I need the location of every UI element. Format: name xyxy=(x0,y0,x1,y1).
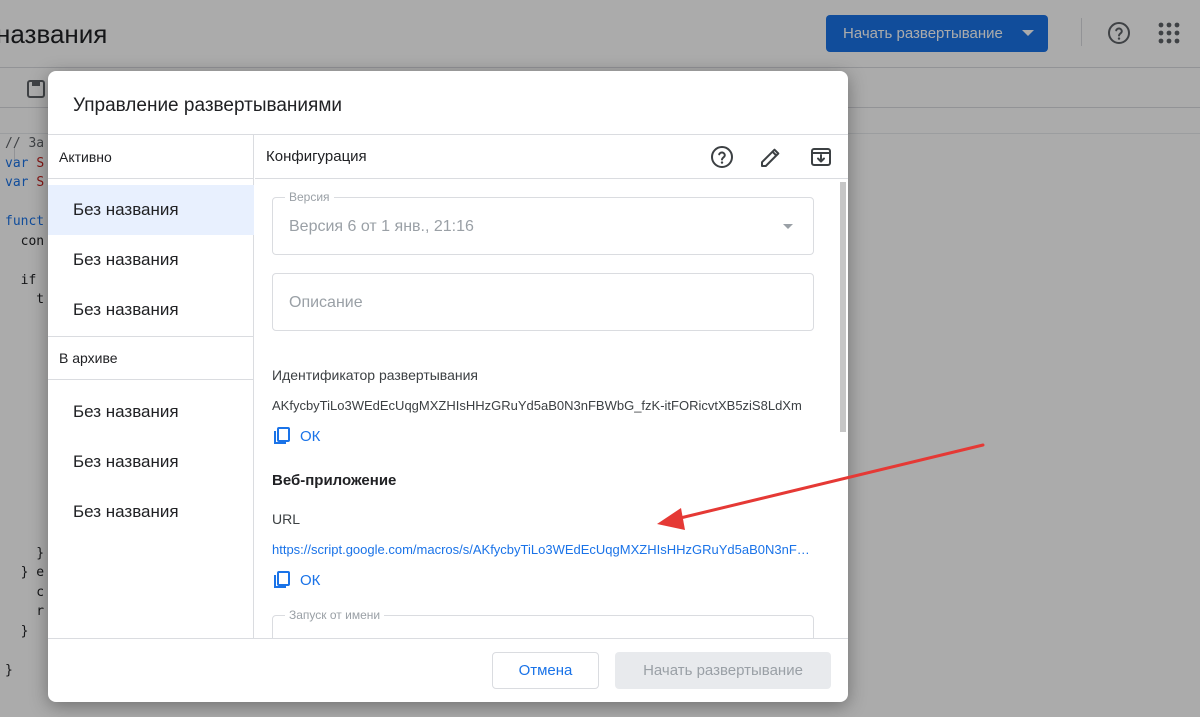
dropdown-caret-icon xyxy=(783,224,793,229)
deployment-item-archived-3[interactable]: Без названия xyxy=(48,487,254,537)
copy-label: ОК xyxy=(300,427,321,445)
configuration-pane: Конфигурация Версия Версия 6 от 1 янв., … xyxy=(255,135,848,639)
dialog-body: Активно Без названия Без названия Без на… xyxy=(48,134,848,639)
execute-as-label: Запуск от имени xyxy=(285,608,385,622)
execute-as-select[interactable]: Запуск от имени xyxy=(272,608,814,639)
start-deployment-button[interactable]: Начать развертывание xyxy=(615,652,831,689)
configuration-header: Конфигурация xyxy=(255,135,848,179)
url-label: URL xyxy=(272,511,301,527)
deployment-item-active-3[interactable]: Без названия xyxy=(48,285,254,335)
version-value: Версия 6 от 1 янв., 21:16 xyxy=(289,218,474,235)
copy-deployment-id-button[interactable]: ОК xyxy=(272,424,320,448)
pencil-icon[interactable] xyxy=(759,145,783,169)
help-icon[interactable] xyxy=(710,145,734,169)
configuration-title: Конфигурация xyxy=(266,148,367,165)
configuration-scroll-area[interactable]: Версия Версия 6 от 1 янв., 21:16 Описани… xyxy=(255,180,848,639)
copy-url-button[interactable]: ОК xyxy=(272,568,320,592)
version-label: Версия xyxy=(285,190,334,204)
copy-label: ОК xyxy=(300,571,321,589)
deployment-item-archived-1[interactable]: Без названия xyxy=(48,387,254,437)
deployment-item-active-1[interactable]: Без названия xyxy=(48,185,254,235)
copy-icon xyxy=(274,571,290,588)
archive-icon[interactable] xyxy=(809,145,833,169)
manage-deployments-dialog: Управление развертываниями Активно Без н… xyxy=(48,71,848,702)
copy-icon xyxy=(274,427,290,444)
deployment-item-active-2[interactable]: Без названия xyxy=(48,235,254,285)
deployment-id-label: Идентификатор развертывания xyxy=(272,367,479,383)
scrollbar-thumb[interactable] xyxy=(840,182,846,432)
web-app-url-link[interactable]: https://script.google.com/macros/s/AKfyc… xyxy=(272,542,814,557)
deployments-list: Активно Без названия Без названия Без на… xyxy=(48,135,254,639)
web-app-heading: Веб-приложение xyxy=(272,472,397,489)
dialog-title: Управление развертываниями xyxy=(73,95,343,116)
description-field[interactable]: Описание xyxy=(272,273,814,331)
version-select[interactable]: Версия Версия 6 от 1 янв., 21:16 xyxy=(272,190,814,255)
deployment-id-value: AKfycbyTiLo3WEdEcUqgMXZHIsHHzGRuYd5aB0N3… xyxy=(272,398,802,413)
active-section-header: Активно xyxy=(48,135,254,179)
description-placeholder: Описание xyxy=(289,294,363,311)
cancel-button[interactable]: Отмена xyxy=(492,652,599,689)
deployment-item-archived-2[interactable]: Без названия xyxy=(48,437,254,487)
dialog-footer: Отмена Начать развертывание xyxy=(48,640,848,702)
scrollbar[interactable] xyxy=(838,180,848,639)
archive-section-header: В архиве xyxy=(48,336,254,380)
